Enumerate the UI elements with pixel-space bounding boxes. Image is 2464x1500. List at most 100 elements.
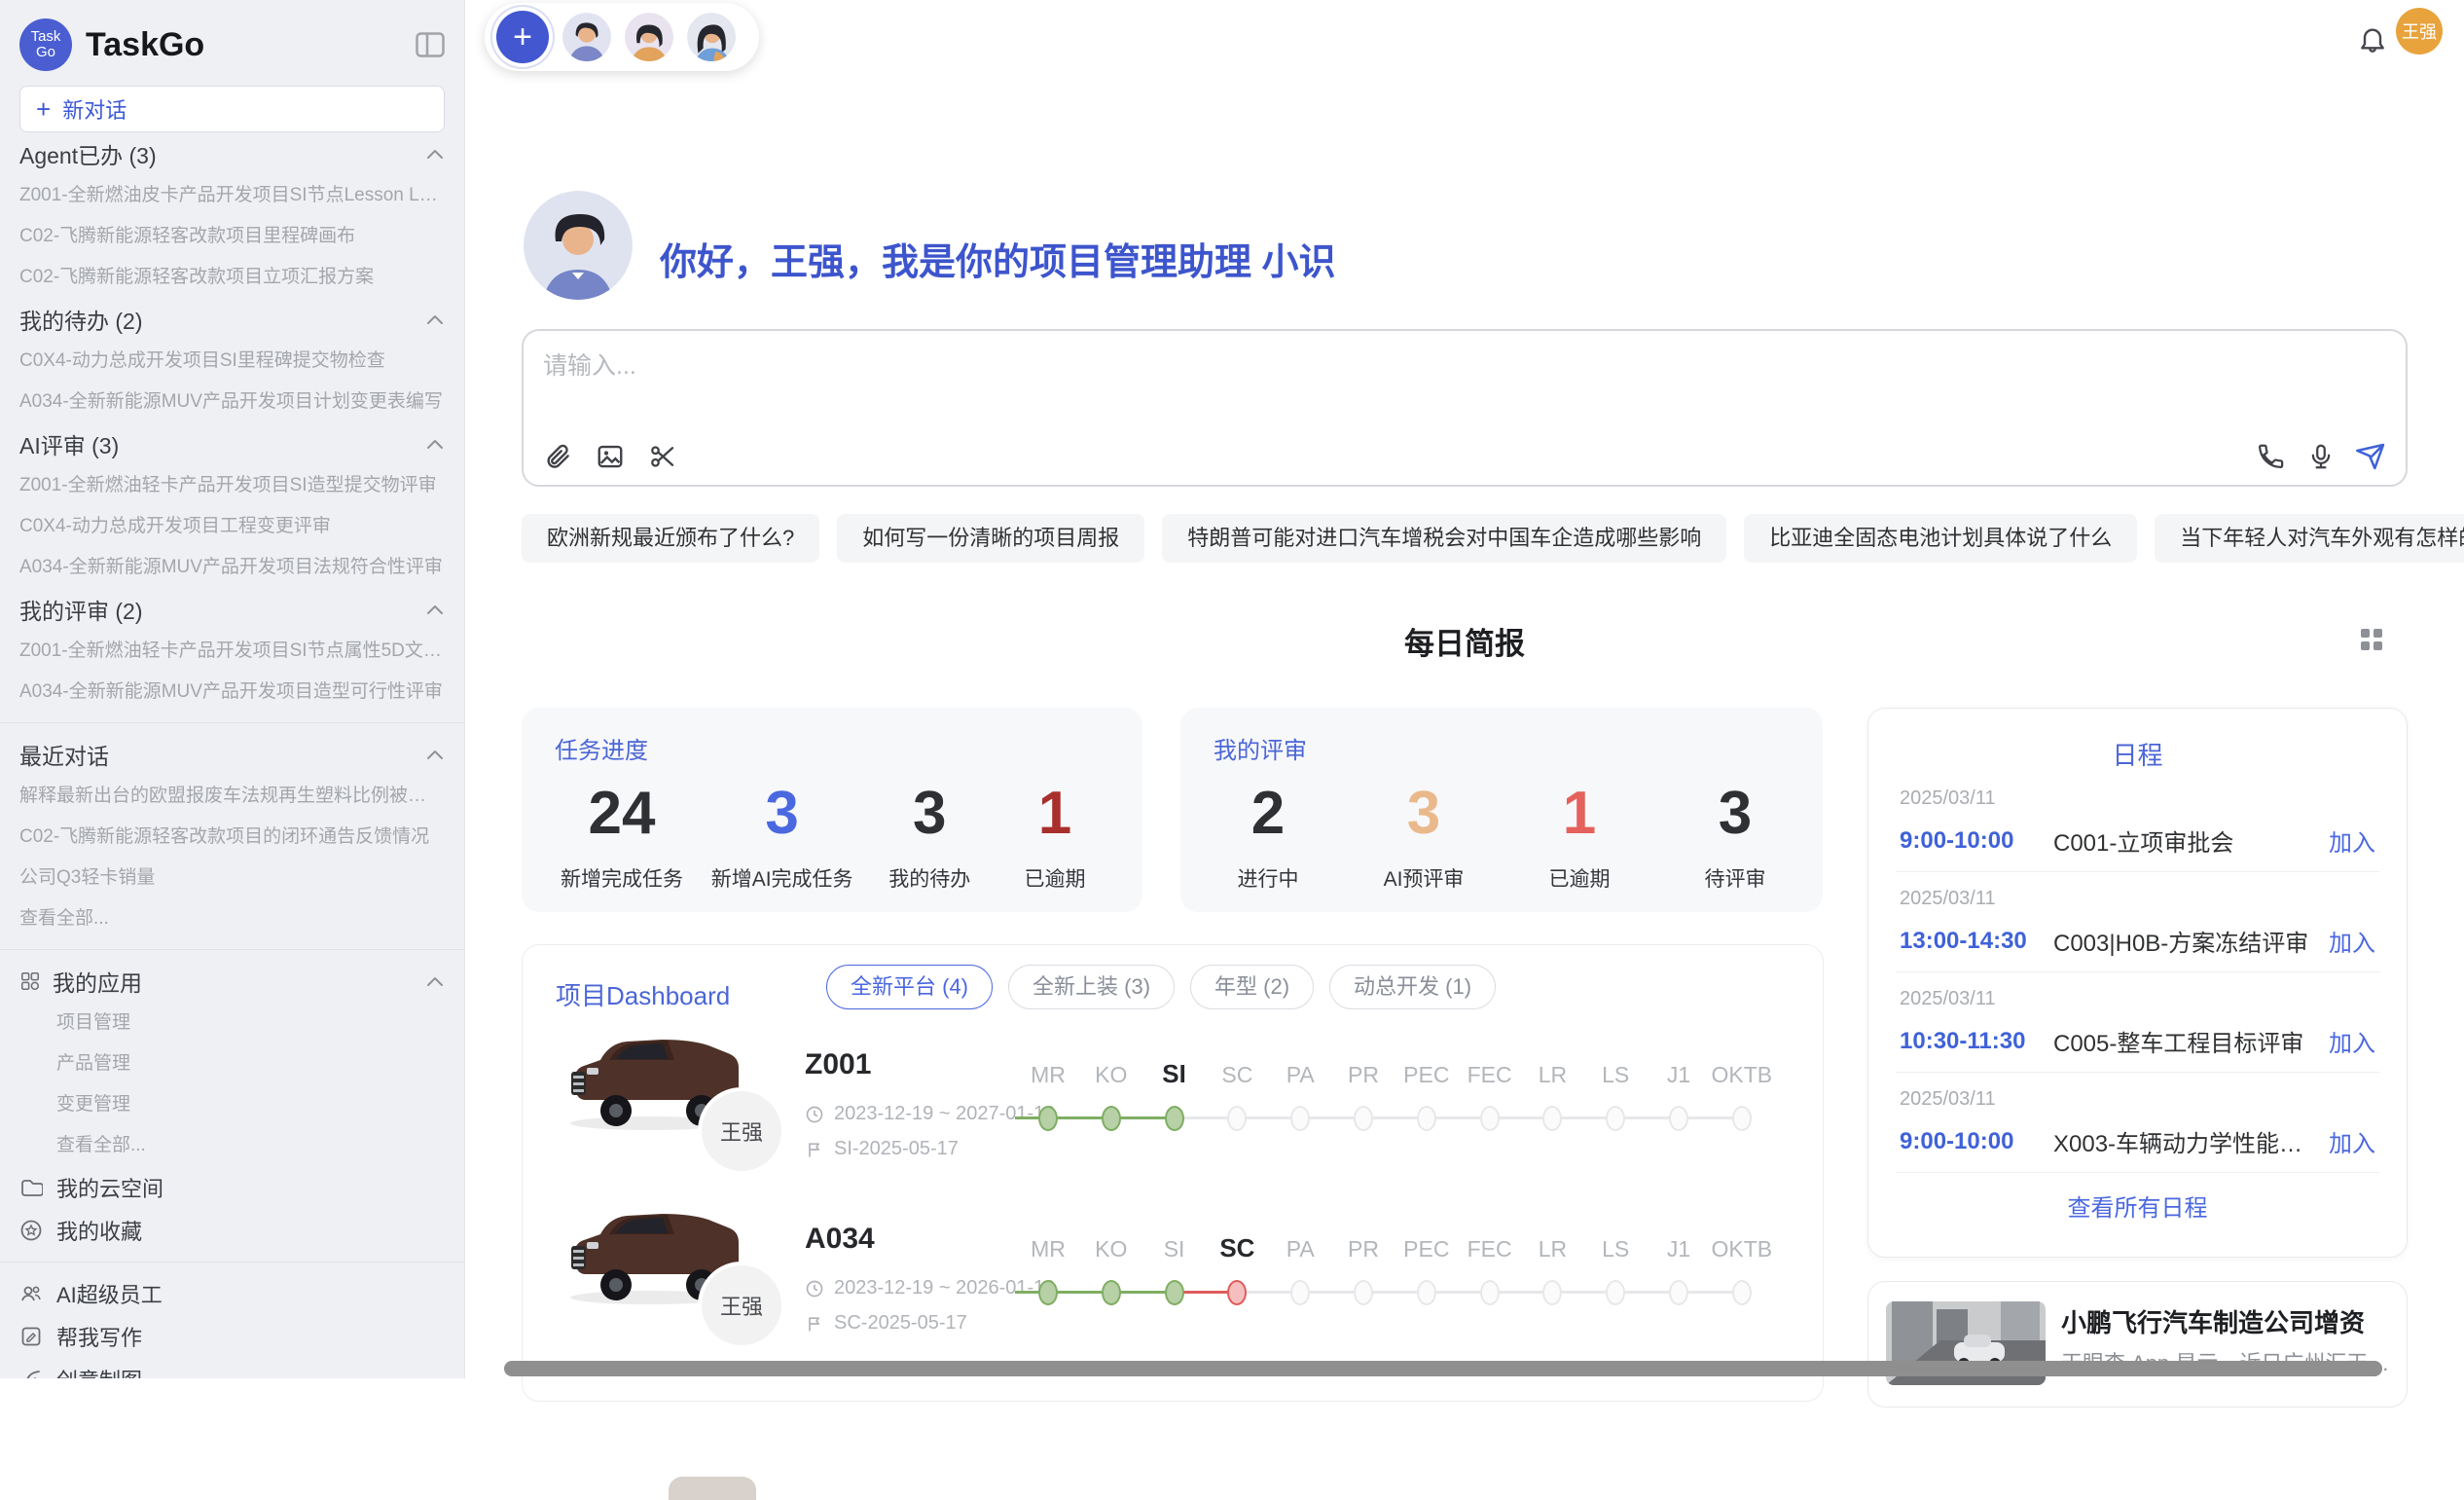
milestone-dot[interactable] — [1354, 1106, 1373, 1131]
card-title: 我的评审 — [1214, 731, 1790, 765]
milestone-dot[interactable] — [1606, 1280, 1625, 1305]
section-header[interactable]: 我的评审 (2) — [19, 588, 445, 631]
milestone-dot[interactable] — [1417, 1280, 1436, 1305]
conversation-item[interactable]: C02-飞腾新能源轻客改款项目立项汇报方案 — [19, 257, 445, 298]
recent-conversation-item[interactable]: 解释最新出台的欧盟报废车法规再生塑料比例被调至15%... — [19, 776, 445, 817]
microphone-icon[interactable] — [2304, 440, 2337, 473]
collapse-sidebar-icon[interactable] — [416, 32, 445, 57]
milestone-dot[interactable] — [1732, 1106, 1752, 1131]
section-header[interactable]: Agent已办 (3) — [19, 132, 445, 175]
conversation-item[interactable]: A034-全新新能源MUV产品开发项目法规符合性评审 — [19, 547, 445, 588]
milestone-dot[interactable] — [1165, 1280, 1184, 1305]
chevron-up-icon[interactable] — [425, 975, 445, 987]
app-item[interactable]: 产品管理 — [19, 1043, 445, 1084]
join-link[interactable]: 加入 — [2329, 924, 2375, 958]
new-chat-button[interactable]: + 新对话 — [19, 86, 445, 132]
owner-avatar: 王强 — [698, 1262, 785, 1349]
conversation-item[interactable]: C0X4-动力总成开发项目SI里程碑提交物检查 — [19, 341, 445, 382]
join-link[interactable]: 加入 — [2329, 1024, 2375, 1058]
join-link[interactable]: 加入 — [2329, 823, 2375, 858]
milestone-dot[interactable] — [1480, 1106, 1500, 1131]
suggestion-chip[interactable]: 欧洲新规最近颁布了什么? — [522, 514, 819, 563]
clock-icon — [805, 1105, 824, 1124]
section-header[interactable]: 我的待办 (2) — [19, 298, 445, 341]
scissors-icon[interactable] — [646, 440, 679, 473]
section-header[interactable]: 最近对话 — [19, 733, 445, 776]
conversation-item[interactable]: Z001-全新燃油轻卡产品开发项目SI节点属性5D文件评审 — [19, 631, 445, 672]
milestone-dot[interactable] — [1290, 1106, 1310, 1131]
chevron-up-icon[interactable] — [425, 604, 445, 615]
milestone-dot[interactable] — [1102, 1106, 1121, 1131]
sidebar-item-ai-super-staff[interactable]: AI超级员工 — [19, 1272, 445, 1315]
dashboard-tab[interactable]: 年型 (2) — [1190, 965, 1314, 1009]
next-row-peek — [669, 1477, 756, 1500]
section-header[interactable]: AI评审 (3) — [19, 422, 445, 465]
flag-icon — [805, 1314, 824, 1334]
suggestion-chip[interactable]: 特朗普可能对进口汽车增税会对中国车企造成哪些影响 — [1162, 514, 1726, 563]
user-avatar[interactable]: 王强 — [2396, 8, 2443, 55]
voice-call-icon[interactable] — [2254, 440, 2287, 473]
join-link[interactable]: 加入 — [2329, 1124, 2375, 1158]
chevron-up-icon[interactable] — [425, 438, 445, 450]
milestone-dot[interactable] — [1038, 1106, 1058, 1131]
app-item[interactable]: 项目管理 — [19, 1003, 445, 1043]
milestone-dot[interactable] — [1227, 1280, 1247, 1305]
conversation-item[interactable]: C0X4-动力总成开发项目工程变更评审 — [19, 506, 445, 547]
chevron-up-icon[interactable] — [425, 749, 445, 760]
milestone-dot[interactable] — [1669, 1106, 1688, 1131]
dashboard-tab[interactable]: 全新上装 (3) — [1008, 965, 1175, 1009]
conversation-item[interactable]: Z001-全新燃油皮卡产品开发项目SI节点Lesson Learn报告 — [19, 175, 445, 216]
suggestion-chip[interactable]: 比亚迪全固态电池计划具体说了什么 — [1744, 514, 2137, 563]
milestone-dot[interactable] — [1669, 1280, 1688, 1305]
section-header[interactable]: 我的应用 — [19, 960, 445, 1003]
news-card[interactable]: 小鹏飞行汽车制造公司增资 天眼查 App 显示，近日广州汇天飞行汽... — [1867, 1281, 2408, 1408]
chevron-up-icon[interactable] — [425, 148, 445, 160]
view-all-schedule-link[interactable]: 查看所有日程 — [1868, 1189, 2407, 1223]
new-session-button[interactable]: + — [496, 11, 549, 63]
milestone-dot[interactable] — [1606, 1106, 1625, 1131]
milestone-dot[interactable] — [1102, 1280, 1121, 1305]
horizontal-scrollbar[interactable] — [504, 1361, 2382, 1376]
event-date: 2025/03/11 — [1900, 988, 2375, 1010]
project-row[interactable]: 王强 Z001 2023-12-19 ~ 2027-01-19 SI-2025-… — [523, 1013, 1825, 1169]
image-icon[interactable] — [594, 440, 627, 473]
milestone-dot[interactable] — [1417, 1106, 1436, 1131]
view-all-link[interactable]: 查看全部... — [19, 1125, 445, 1166]
dashboard-tab[interactable]: 动总开发 (1) — [1329, 965, 1496, 1009]
conversation-item[interactable]: C02-飞腾新能源轻客改款项目里程碑画布 — [19, 216, 445, 257]
milestone-dot[interactable] — [1542, 1280, 1562, 1305]
recent-conversation-item[interactable]: C02-飞腾新能源轻客改款项目的闭环通告反馈情况 — [19, 817, 445, 858]
agent-avatar[interactable] — [625, 13, 673, 61]
recent-conversation-item[interactable]: 公司Q3轻卡销量 — [19, 858, 445, 898]
view-all-link[interactable]: 查看全部... — [19, 898, 445, 939]
attachment-icon[interactable] — [541, 440, 574, 473]
suggestion-chip[interactable]: 当下年轻人对汽车外观有怎样的喜好趋势 — [2155, 514, 2464, 563]
chat-input[interactable] — [541, 345, 2199, 407]
milestone-dot[interactable] — [1542, 1106, 1562, 1131]
milestone-dot[interactable] — [1354, 1280, 1373, 1305]
sidebar-item-favorites[interactable]: 我的收藏 — [19, 1209, 445, 1252]
project-node: SC-2025-05-17 — [834, 1312, 967, 1335]
milestone-dot[interactable] — [1290, 1280, 1310, 1305]
conversation-item[interactable]: A034-全新新能源MUV产品开发项目造型可行性评审 — [19, 672, 445, 713]
agent-avatar[interactable] — [562, 13, 611, 61]
sidebar-item-help-writing[interactable]: 帮我写作 — [19, 1315, 445, 1358]
milestone-dot[interactable] — [1227, 1106, 1247, 1131]
milestone-dot[interactable] — [1038, 1280, 1058, 1305]
milestone-dot[interactable] — [1732, 1280, 1752, 1305]
milestone-dot[interactable] — [1165, 1106, 1184, 1131]
agent-avatar[interactable] — [687, 13, 736, 61]
notification-bell-icon[interactable] — [2357, 23, 2388, 55]
milestone-dot[interactable] — [1480, 1280, 1500, 1305]
send-icon[interactable] — [2355, 440, 2388, 473]
sidebar-item-cloud-space[interactable]: 我的云空间 — [19, 1166, 445, 1209]
layout-grid-icon[interactable] — [2359, 627, 2384, 652]
suggestion-chip[interactable]: 如何写一份清晰的项目周报 — [837, 514, 1144, 563]
dashboard-tab[interactable]: 全新平台 (4) — [826, 965, 993, 1009]
conversation-item[interactable]: Z001-全新燃油轻卡产品开发项目SI造型提交物评审 — [19, 465, 445, 506]
sidebar-item-creative-drawing[interactable]: 创意制图 — [19, 1358, 445, 1378]
conversation-item[interactable]: A034-全新新能源MUV产品开发项目计划变更表编写 — [19, 382, 445, 422]
chevron-up-icon[interactable] — [425, 313, 445, 325]
app-item[interactable]: 变更管理 — [19, 1084, 445, 1125]
project-row[interactable]: 王强 A034 2023-12-19 ~ 2026-01-19 SC-2025-… — [523, 1188, 1825, 1343]
